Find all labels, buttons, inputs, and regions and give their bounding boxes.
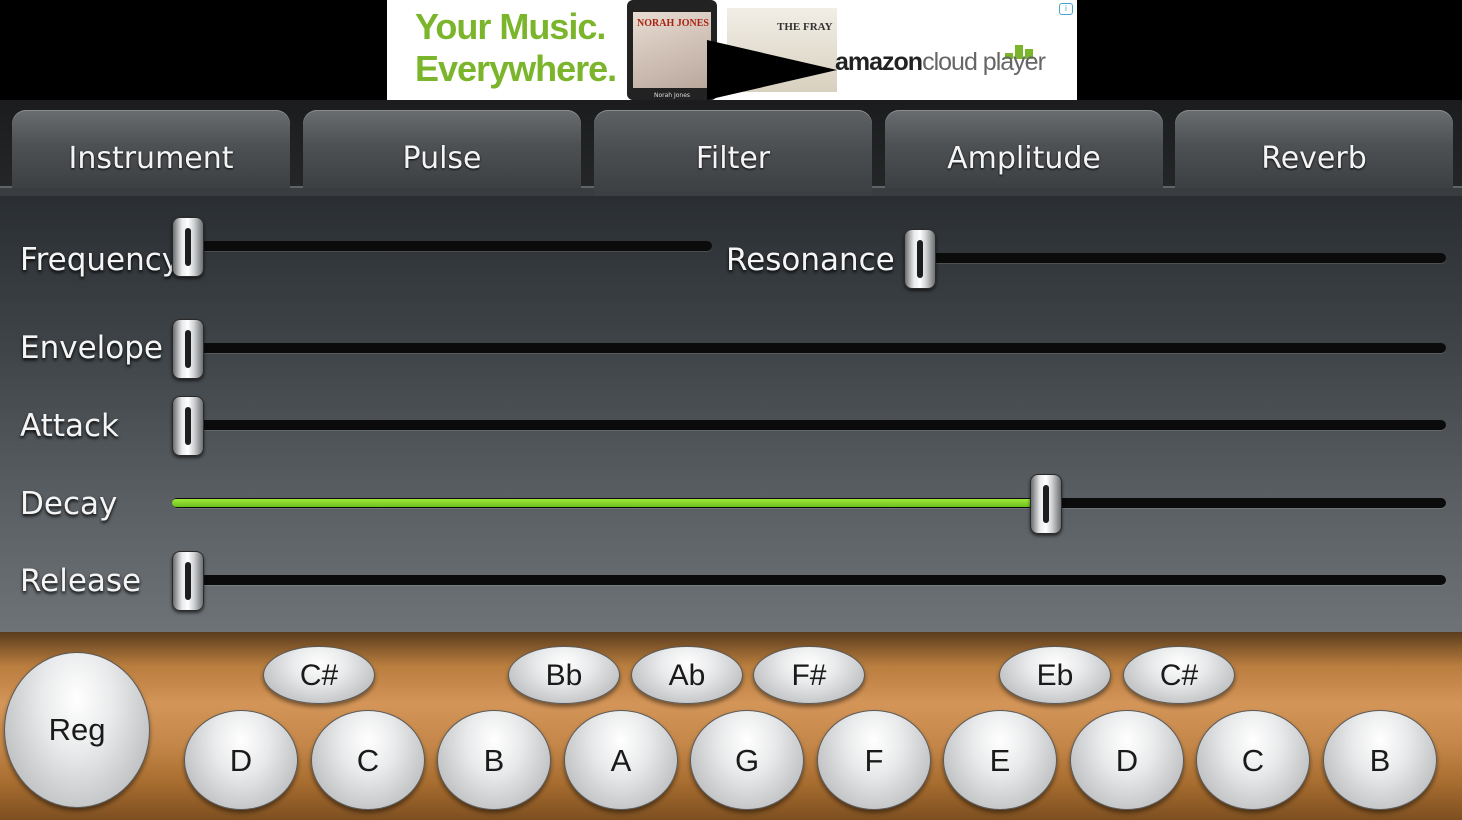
- key-d-high[interactable]: D: [1070, 710, 1184, 810]
- release-slider-track[interactable]: [172, 551, 1446, 611]
- decay-label: Decay: [20, 486, 118, 522]
- tab-reverb[interactable]: Reverb: [1175, 110, 1453, 188]
- attack-slider-thumb[interactable]: [172, 396, 204, 456]
- frequency-slider-track[interactable]: [172, 217, 712, 277]
- key-d[interactable]: D: [184, 710, 298, 810]
- ad-slogan: Your Music. Everywhere.: [415, 6, 617, 90]
- key-c-high[interactable]: C: [1196, 710, 1310, 810]
- key-g[interactable]: G: [690, 710, 804, 810]
- ad-arrow-shape: [707, 40, 837, 100]
- resonance-slider-track[interactable]: [904, 229, 1446, 289]
- filter-panel: Frequency Resonance Envelope Attack Deca…: [0, 196, 1462, 632]
- ad-album1-text: NORAH JONES: [637, 18, 709, 29]
- ad-banner[interactable]: Your Music. Everywhere. NORAH JONES Nora…: [387, 0, 1077, 100]
- envelope-label: Envelope: [20, 330, 163, 366]
- resonance-label: Resonance: [726, 242, 895, 278]
- tab-bar: Instrument Pulse Filter Amplitude Reverb: [0, 100, 1462, 198]
- key-a-flat[interactable]: Ab: [631, 646, 743, 704]
- ad-phone-image: NORAH JONES Norah Jones: [627, 0, 717, 100]
- tab-pulse[interactable]: Pulse: [303, 110, 581, 188]
- key-a[interactable]: A: [564, 710, 678, 810]
- reg-button[interactable]: Reg: [4, 652, 150, 808]
- release-label: Release: [20, 563, 142, 599]
- envelope-slider-thumb[interactable]: [172, 319, 204, 379]
- tab-filter[interactable]: Filter: [594, 110, 872, 196]
- frequency-slider-thumb[interactable]: [172, 217, 204, 277]
- attack-label: Attack: [20, 408, 119, 444]
- release-slider-thumb[interactable]: [172, 551, 204, 611]
- key-f-sharp[interactable]: F#: [753, 646, 865, 704]
- key-b-high[interactable]: B: [1323, 710, 1437, 810]
- ad-album1-caption: Norah Jones: [653, 92, 691, 99]
- key-c-sharp-high[interactable]: C#: [1123, 646, 1235, 704]
- ad-brand-logo: amazoncloud player: [835, 48, 1046, 77]
- envelope-slider-track[interactable]: [172, 319, 1446, 379]
- decay-slider-thumb[interactable]: [1030, 474, 1063, 534]
- ad-info-icon[interactable]: i: [1059, 3, 1073, 15]
- keyboard: Reg C# Bb Ab F# Eb C# D C B A G F E D C …: [0, 632, 1462, 820]
- ad-slogan-line1: Your Music.: [415, 6, 606, 47]
- ad-slogan-line2: Everywhere.: [415, 48, 617, 89]
- key-c-sharp[interactable]: C#: [263, 646, 375, 704]
- ad-brand-light: cloud player: [922, 48, 1046, 76]
- frequency-label: Frequency: [20, 242, 181, 278]
- decay-slider-track[interactable]: [172, 474, 1446, 534]
- attack-slider-track[interactable]: [172, 396, 1446, 456]
- key-b[interactable]: B: [437, 710, 551, 810]
- tab-instrument[interactable]: Instrument: [12, 110, 290, 188]
- key-c[interactable]: C: [311, 710, 425, 810]
- key-b-flat[interactable]: Bb: [508, 646, 620, 704]
- key-e-flat[interactable]: Eb: [999, 646, 1111, 704]
- key-e[interactable]: E: [943, 710, 1057, 810]
- tab-amplitude[interactable]: Amplitude: [885, 110, 1163, 188]
- ad-album2-text: THE FRAY: [777, 21, 833, 33]
- ad-brand-bold: amazon: [835, 48, 923, 76]
- resonance-slider-thumb[interactable]: [904, 229, 936, 289]
- key-f[interactable]: F: [817, 710, 931, 810]
- decay-slider-fill: [172, 499, 1046, 507]
